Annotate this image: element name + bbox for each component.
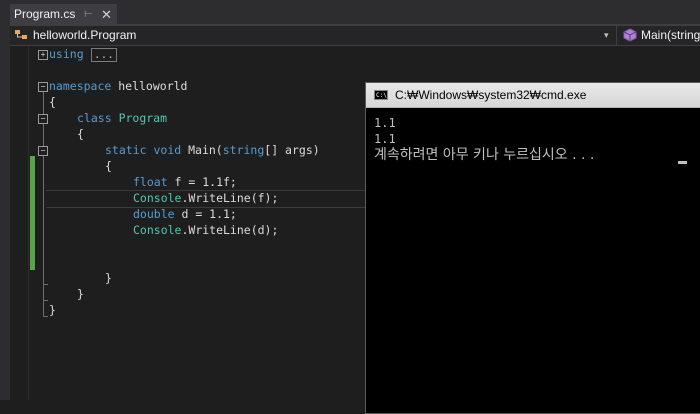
expand-icon[interactable]: +	[38, 50, 48, 60]
code-line-class: class Program	[77, 111, 168, 125]
code-line-namespace: namespace helloworld	[49, 79, 188, 93]
code-line-brace: }	[105, 271, 112, 285]
cmd-console-output[interactable]: 1.1 1.1 계속하려면 아무 키나 누르십시오 . . .	[374, 115, 692, 405]
code-line-brace: {	[77, 127, 84, 141]
text-cursor	[678, 161, 687, 164]
collapsed-region-marker[interactable]: ...	[91, 48, 117, 62]
code-line-using: using	[49, 47, 84, 61]
navigation-bar: helloworld.Program ▾ Main(string[]	[10, 26, 700, 46]
change-indicator-bar	[30, 156, 35, 270]
code-line-brace: {	[49, 95, 56, 109]
collapse-icon[interactable]: −	[38, 82, 48, 92]
pin-icon[interactable]: ⊢	[84, 4, 93, 25]
collapse-icon[interactable]: −	[38, 114, 48, 124]
member-dropdown[interactable]: Main(string[]	[616, 26, 700, 45]
code-line-double: double d = 1.1;	[133, 207, 237, 221]
chevron-down-icon[interactable]: ▾	[604, 26, 609, 45]
type-dropdown-label: helloworld.Program	[33, 28, 137, 42]
method-icon	[623, 28, 637, 42]
tab-title: Program.cs	[14, 7, 76, 21]
close-icon[interactable]: ✕	[101, 4, 112, 25]
document-tab-bar: Program.cs ⊢ ✕	[10, 0, 700, 25]
outline-guide	[43, 92, 44, 316]
code-line-writeline-d: Console.WriteLine(d);	[133, 223, 279, 237]
code-line-float: float f = 1.1f;	[133, 175, 237, 189]
outline-guide-end	[43, 316, 48, 317]
cmd-scrollbar[interactable]	[692, 108, 700, 413]
code-line-brace: }	[49, 303, 56, 317]
code-line-brace: {	[105, 159, 112, 173]
cmd-titlebar[interactable]: C:\ C:₩Windows₩system32₩cmd.exe	[366, 83, 700, 108]
console-line: 1.1	[374, 116, 396, 130]
cmd-icon: C:\	[374, 90, 388, 100]
tab-program-cs[interactable]: Program.cs ⊢ ✕	[10, 4, 117, 25]
code-line-brace: }	[77, 287, 84, 301]
code-line-writeline-f: Console.WriteLine(f);	[133, 191, 279, 205]
cmd-title: C:₩Windows₩system32₩cmd.exe	[395, 88, 587, 102]
cmd-window[interactable]: C:\ C:₩Windows₩system32₩cmd.exe 1.1 1.1 …	[365, 82, 700, 414]
side-toolbar-strip	[0, 0, 10, 400]
class-icon	[15, 30, 27, 39]
outline-guide-end	[43, 300, 48, 301]
member-dropdown-label: Main(string[]	[641, 28, 700, 42]
console-line: 계속하려면 아무 키나 누르십시오 . . .	[374, 147, 595, 163]
type-dropdown[interactable]: helloworld.Program	[10, 26, 614, 45]
code-line-main: static void Main(string[] args)	[105, 143, 320, 157]
editor-margin	[10, 46, 29, 400]
collapse-icon[interactable]: −	[38, 146, 48, 156]
outline-guide-end	[43, 284, 48, 285]
